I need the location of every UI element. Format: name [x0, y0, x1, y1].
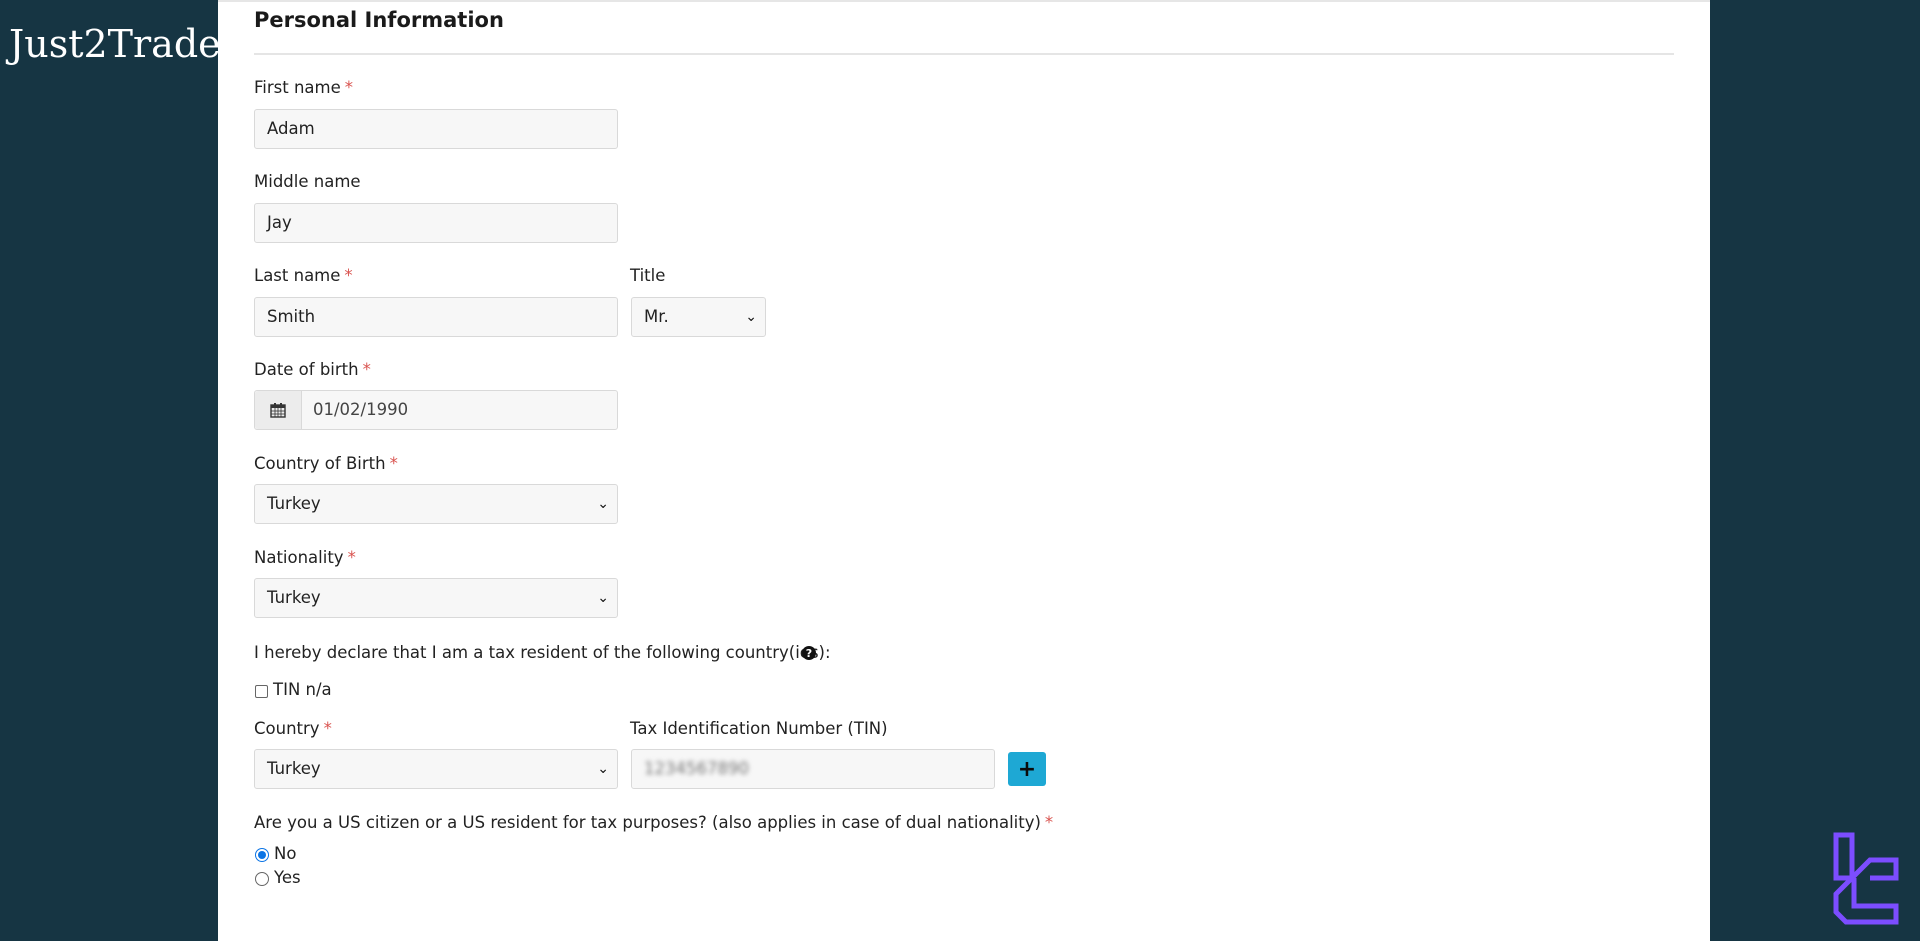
tax-country-select[interactable]: Turkey ⌄	[254, 749, 618, 789]
required-asterisk: *	[344, 78, 354, 97]
form-panel: Personal Information First name * Adam Mi…	[218, 0, 1710, 941]
tin-label: Tax Identification Number (TIN)	[630, 719, 888, 738]
tin-na-label-text: TIN n/a	[273, 680, 332, 699]
required-asterisk: *	[1044, 813, 1054, 832]
country-of-birth-label-text: Country of Birth	[254, 454, 386, 473]
title-label: Title	[630, 266, 665, 285]
title-select[interactable]: Mr. ⌄	[631, 297, 766, 337]
watermark-logo-icon	[1833, 832, 1899, 925]
us-person-option-yes[interactable]: Yes	[274, 868, 301, 887]
tax-declaration-label: I hereby declare that I am a tax residen…	[254, 643, 831, 662]
required-asterisk: *	[362, 360, 371, 379]
country-of-birth-select[interactable]: Turkey ⌄	[254, 484, 618, 524]
nationality-value: Turkey	[267, 588, 321, 607]
tin-input[interactable]: 1234567890	[631, 749, 995, 789]
us-person-option-yes-text: Yes	[274, 868, 301, 887]
tin-na-checkbox[interactable]	[255, 685, 268, 698]
required-asterisk: *	[323, 719, 332, 738]
tax-declaration-text: I hereby declare that I am a tax residen…	[254, 643, 831, 662]
chevron-down-icon: ⌄	[597, 590, 609, 606]
middle-name-input[interactable]: Jay	[254, 203, 618, 243]
required-asterisk: *	[347, 548, 356, 567]
calendar-icon	[270, 403, 286, 418]
us-person-radio-yes[interactable]	[255, 872, 269, 886]
first-name-label: First name *	[254, 78, 353, 97]
section-divider	[254, 53, 1674, 55]
middle-name-label-text: Middle name	[254, 172, 361, 191]
required-asterisk: *	[389, 454, 398, 473]
nationality-label: Nationality *	[254, 548, 356, 567]
add-tax-country-button[interactable]: +	[1008, 752, 1046, 786]
us-person-option-no-text: No	[274, 844, 297, 863]
country-of-birth-value: Turkey	[267, 494, 321, 513]
first-name-value: Adam	[267, 119, 315, 138]
first-name-input[interactable]: Adam	[254, 109, 618, 149]
chevron-down-icon: ⌄	[597, 761, 609, 777]
chevron-down-icon: ⌄	[597, 496, 609, 512]
brand-logo-text: Just2Trade	[9, 22, 221, 66]
tin-label-text: Tax Identification Number (TIN)	[630, 719, 888, 738]
tin-value: 1234567890	[644, 759, 749, 778]
dob-input[interactable]: 01/02/1990	[254, 390, 618, 430]
chevron-down-icon: ⌄	[745, 309, 757, 325]
section-title: Personal Information	[254, 8, 504, 32]
required-asterisk: *	[344, 266, 353, 285]
last-name-input[interactable]: Smith	[254, 297, 618, 337]
tin-na-label[interactable]: TIN n/a	[273, 680, 332, 699]
last-name-label-text: Last name	[254, 266, 341, 285]
nationality-label-text: Nationality	[254, 548, 344, 567]
tax-country-label-text: Country	[254, 719, 320, 738]
title-label-text: Title	[630, 266, 666, 285]
title-value: Mr.	[644, 307, 669, 326]
us-person-radio-no[interactable]	[255, 848, 269, 862]
middle-name-label: Middle name	[254, 172, 361, 191]
first-name-label-text: First name	[254, 78, 341, 97]
nationality-select[interactable]: Turkey ⌄	[254, 578, 618, 618]
question-circle-icon[interactable]: ?	[802, 646, 816, 660]
us-person-question: Are you a US citizen or a US resident fo…	[254, 813, 1053, 832]
last-name-value: Smith	[267, 307, 316, 326]
us-person-option-no[interactable]: No	[274, 844, 296, 863]
dob-label: Date of birth *	[254, 360, 371, 379]
dob-calendar-addon[interactable]	[255, 391, 302, 429]
middle-name-value: Jay	[267, 213, 292, 232]
us-person-question-text: Are you a US citizen or a US resident fo…	[254, 813, 1041, 832]
country-of-birth-label: Country of Birth *	[254, 454, 398, 473]
tax-country-label: Country *	[254, 719, 332, 738]
last-name-label: Last name *	[254, 266, 353, 285]
dob-label-text: Date of birth	[254, 360, 359, 379]
plus-icon: +	[1017, 756, 1037, 782]
dob-value: 01/02/1990	[313, 400, 409, 419]
tax-country-value: Turkey	[267, 759, 321, 778]
